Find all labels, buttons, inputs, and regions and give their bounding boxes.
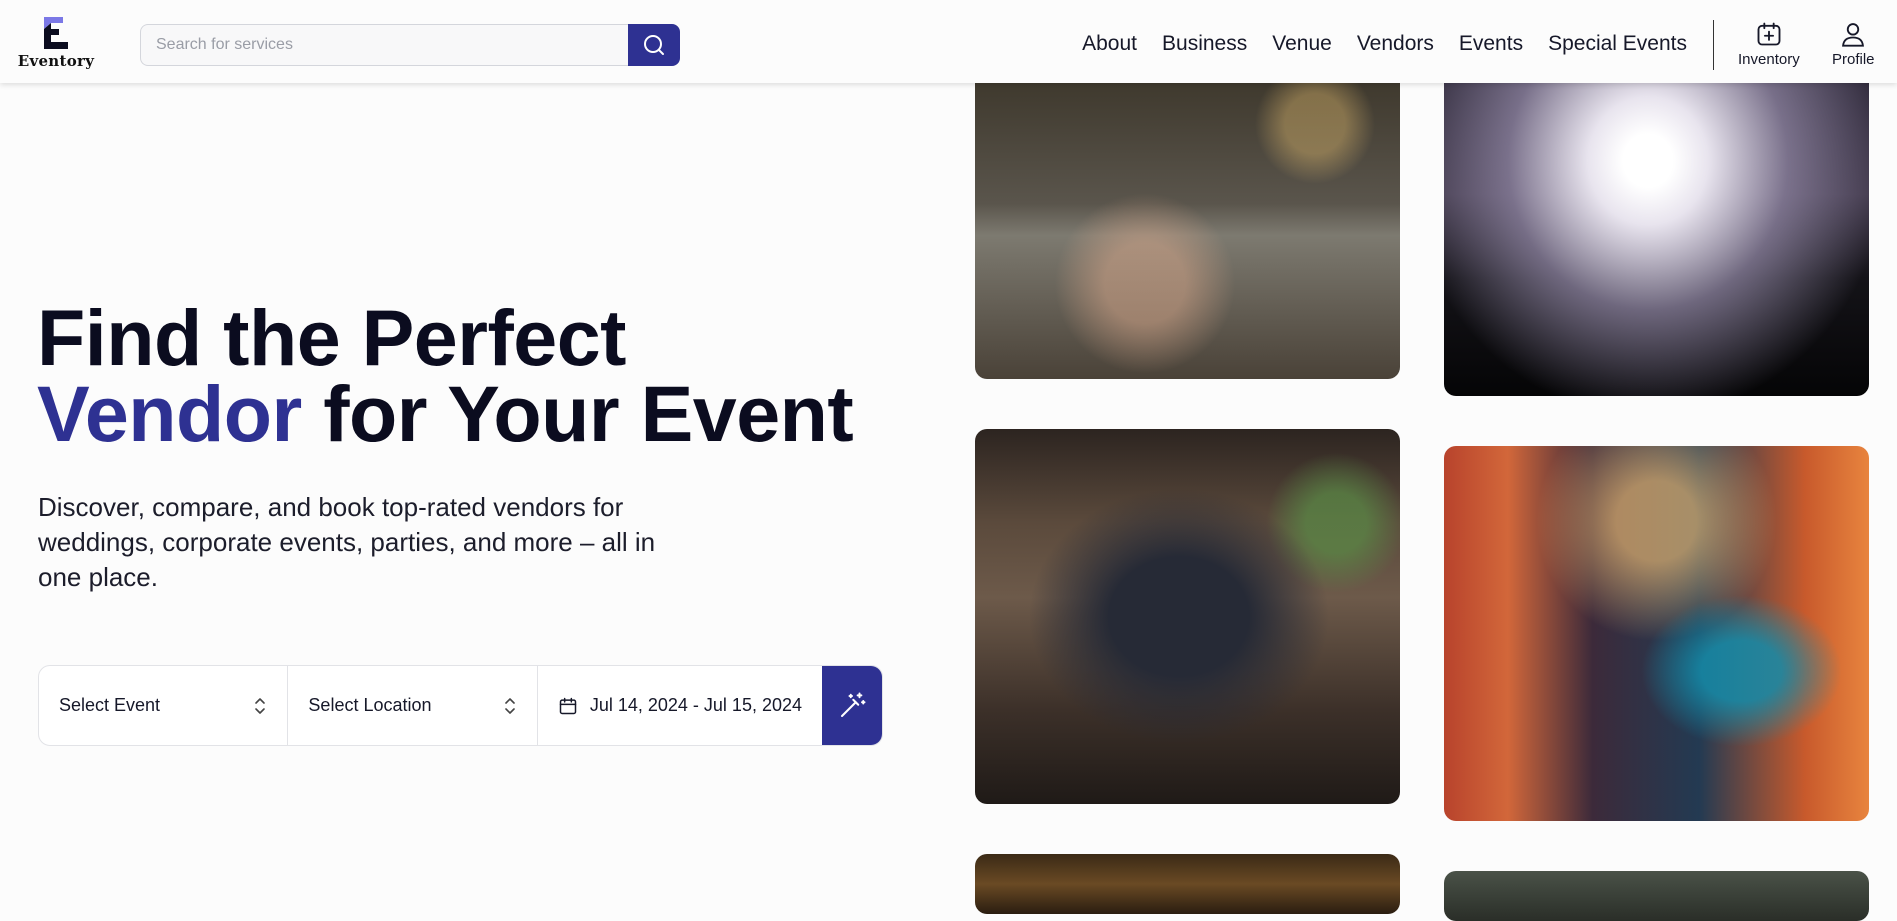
nav-events[interactable]: Events [1459, 32, 1523, 56]
nav-about[interactable]: About [1082, 32, 1137, 56]
location-select-value: Select Location [308, 695, 432, 715]
eventory-logo-icon [44, 17, 68, 49]
outdoor-event-photo [1444, 871, 1869, 921]
location-select[interactable]: Select Location [288, 666, 538, 745]
brand-logo[interactable]: Eventory [18, 16, 94, 74]
chevron-up-down-icon [505, 697, 515, 714]
nav-special-events[interactable]: Special Events [1548, 32, 1687, 56]
calendar-icon [559, 697, 577, 714]
site-header: Eventory About Business Venue Vendors Ev… [0, 0, 1897, 83]
dinner-event-photo [975, 854, 1400, 914]
party-celebration-photo [975, 60, 1400, 379]
search-button[interactable] [628, 24, 680, 66]
magic-wand-icon [841, 692, 866, 717]
profile-button[interactable]: Profile [1832, 20, 1875, 68]
nav-divider [1713, 20, 1714, 70]
hero-description: Discover, compare, and book top-rated ve… [38, 492, 656, 592]
concert-crowd-photo [1444, 60, 1869, 396]
calendar-plus-icon [1757, 22, 1781, 46]
user-icon [1842, 23, 1865, 47]
event-select[interactable]: Select Event [39, 666, 289, 745]
hero-title-accent: Vendor [37, 369, 302, 458]
search-icon [644, 35, 664, 55]
nav-vendors[interactable]: Vendors [1357, 32, 1434, 56]
brand-name: Eventory [17, 52, 95, 70]
hero-title: Find the Perfect Vendor for Your Event [37, 298, 854, 453]
inventory-label: Inventory [1738, 51, 1800, 68]
chevron-up-down-icon [255, 697, 266, 714]
nav-venue[interactable]: Venue [1272, 32, 1332, 56]
find-vendors-button[interactable] [822, 666, 882, 745]
search-input[interactable] [140, 24, 628, 66]
event-select-value: Select Event [59, 695, 161, 715]
profile-label: Profile [1832, 51, 1875, 68]
date-range-picker[interactable]: Jul 14, 2024 - Jul 15, 2024 [538, 666, 822, 745]
speaker-conference-photo [975, 429, 1400, 804]
inventory-button[interactable]: Inventory [1738, 20, 1800, 68]
search-bar [140, 24, 680, 66]
nav-business[interactable]: Business [1162, 32, 1247, 56]
search-filter-bar: Select Event Select Location Jul 14, 202… [38, 665, 883, 746]
main-nav: About Business Venue Vendors Events Spec… [1082, 32, 1687, 56]
hero-title-rest: for Your Event [301, 369, 854, 458]
festival-lights-photo [1444, 446, 1869, 821]
date-range-value: Jul 14, 2024 - Jul 15, 2024 [589, 695, 802, 715]
